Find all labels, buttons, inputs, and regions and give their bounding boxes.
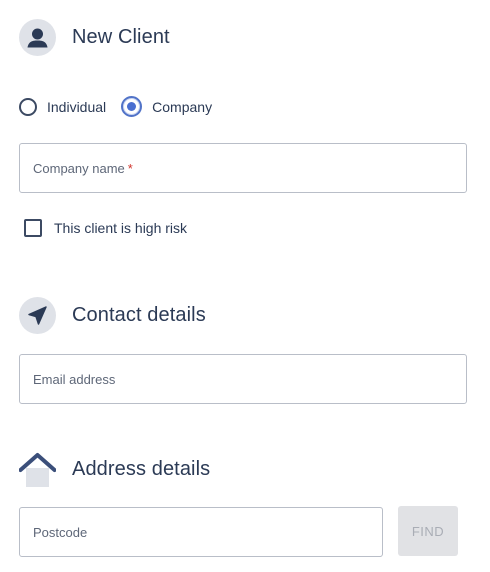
home-icon xyxy=(18,451,57,488)
user-icon xyxy=(19,19,56,56)
new-client-form: New Client Individual Company Company na… xyxy=(0,0,490,572)
email-field[interactable]: Email address xyxy=(19,354,467,404)
radio-company-label[interactable]: Company xyxy=(152,99,212,115)
high-risk-row: This client is high risk xyxy=(24,219,187,237)
address-details-header: Address details xyxy=(18,451,211,488)
required-mark: * xyxy=(127,160,133,176)
postcode-field[interactable]: Postcode xyxy=(19,507,383,557)
high-risk-label[interactable]: This client is high risk xyxy=(54,220,187,236)
email-label: Email address xyxy=(33,371,116,387)
radio-company[interactable] xyxy=(121,96,143,117)
radio-individual[interactable] xyxy=(19,97,37,116)
postcode-label: Postcode xyxy=(33,524,88,540)
address-details-title: Address details xyxy=(72,458,211,480)
find-button[interactable]: FIND xyxy=(398,506,458,556)
high-risk-checkbox[interactable] xyxy=(24,219,42,237)
send-icon xyxy=(19,297,56,334)
client-type-radio-group: Individual Company xyxy=(19,95,227,118)
contact-details-header: Contact details xyxy=(19,297,206,334)
contact-details-title: Contact details xyxy=(72,304,206,326)
new-client-header: New Client xyxy=(19,19,170,56)
company-name-label: Company name xyxy=(33,160,125,176)
new-client-title: New Client xyxy=(72,26,170,48)
company-name-field[interactable]: Company name * xyxy=(19,143,467,193)
radio-selected-dot xyxy=(127,102,137,111)
radio-individual-label[interactable]: Individual xyxy=(47,99,106,115)
